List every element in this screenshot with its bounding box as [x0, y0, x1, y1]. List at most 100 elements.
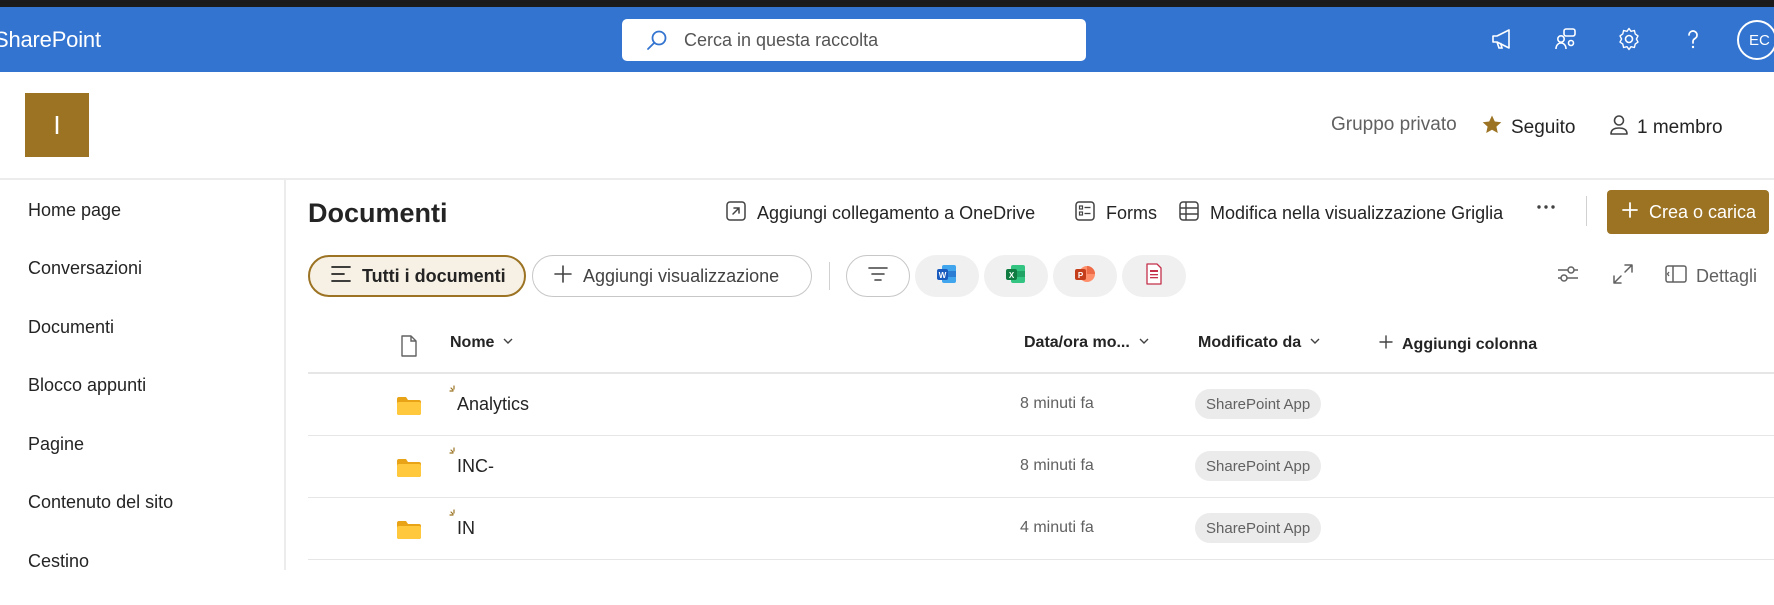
view-options-button[interactable]	[1556, 260, 1580, 292]
modified-time: 8 minuti fa	[1020, 457, 1094, 474]
window-top-strip	[0, 0, 1774, 7]
file-name[interactable]: IN	[457, 518, 475, 539]
search-icon	[642, 25, 672, 55]
nav-item-conversations[interactable]: Conversazioni	[28, 258, 142, 279]
forms-icon	[1074, 200, 1096, 227]
chevron-down-icon	[502, 334, 514, 352]
members-label: 1 membro	[1637, 117, 1723, 138]
grid-edit-button[interactable]: Modifica nella visualizzazione Griglia	[1178, 200, 1503, 227]
follow-label: Seguito	[1511, 117, 1576, 138]
details-label: Dettagli	[1696, 265, 1758, 286]
table-row[interactable]: Analytics 8 minuti fa SharePoint App	[308, 374, 1774, 436]
folder-icon	[396, 396, 422, 421]
chevron-down-icon	[1138, 334, 1150, 352]
word-filter-chip[interactable]: W	[915, 255, 979, 297]
add-shortcut-label: Aggiungi collegamento a OneDrive	[757, 203, 1036, 223]
group-type-label: Gruppo privato	[1331, 114, 1457, 136]
table-row[interactable]: INC- 8 minuti fa SharePoint App	[308, 436, 1774, 498]
svg-text:X: X	[1009, 271, 1015, 280]
file-name[interactable]: INC-	[457, 456, 494, 477]
chevron-down-icon	[1309, 334, 1321, 352]
modified-by-badge[interactable]: SharePoint App	[1195, 451, 1322, 481]
suite-bar: SharePoint Cerca in questa raccolta EC	[0, 7, 1774, 72]
more-options-button[interactable]	[1535, 196, 1557, 223]
folder-icon	[396, 458, 422, 483]
megaphone-icon[interactable]	[1486, 23, 1518, 55]
nav-item-notebook[interactable]: Blocco appunti	[28, 375, 146, 396]
filter-button[interactable]	[846, 255, 910, 297]
view-all-documents[interactable]: Tutti i documenti	[308, 255, 526, 297]
add-view-button[interactable]: Aggiungi visualizzazione	[532, 255, 812, 297]
add-column-button[interactable]: Aggiungi colonna	[1378, 334, 1537, 355]
add-view-label: Aggiungi visualizzazione	[583, 265, 780, 286]
excel-icon: X	[1005, 263, 1027, 290]
list-lines-icon	[330, 264, 352, 289]
folder-icon	[396, 520, 422, 545]
table-row[interactable]: IN 4 minuti fa SharePoint App	[308, 498, 1774, 560]
search-box[interactable]: Cerca in questa raccolta	[622, 19, 1086, 61]
forms-button[interactable]: Forms	[1074, 200, 1157, 227]
expand-diagonal-icon	[1612, 263, 1634, 290]
forms-label: Forms	[1106, 203, 1157, 223]
file-name[interactable]: Analytics	[457, 394, 529, 415]
pdf-filter-chip[interactable]	[1122, 255, 1186, 297]
site-logo[interactable]: I	[25, 93, 89, 157]
add-column-label: Aggiungi colonna	[1402, 335, 1538, 353]
expand-button[interactable]	[1612, 260, 1634, 292]
powerpoint-filter-chip[interactable]: P	[1053, 255, 1117, 297]
group-type-text: Gruppo privato	[1331, 114, 1457, 135]
svg-text:W: W	[939, 271, 947, 280]
sliders-icon	[1556, 263, 1580, 290]
left-navigation: Home page Conversazioni Documenti Blocco…	[0, 180, 286, 572]
modified-by-column-header[interactable]: Modificato da	[1198, 334, 1321, 352]
gear-icon[interactable]	[1613, 23, 1645, 55]
svg-text:P: P	[1078, 271, 1084, 280]
shortcut-arrow-icon	[725, 200, 747, 227]
word-icon: W	[936, 263, 958, 290]
modified-time: 4 minuti fa	[1020, 519, 1094, 536]
modified-by-column-label: Modificato da	[1198, 334, 1302, 351]
nav-item-pages[interactable]: Pagine	[28, 434, 84, 455]
name-column-header[interactable]: Nome	[450, 334, 514, 352]
plus-icon	[1378, 334, 1394, 355]
members-button[interactable]: 1 membro	[1609, 114, 1723, 142]
help-icon[interactable]	[1677, 23, 1709, 55]
modified-by-badge[interactable]: SharePoint App	[1195, 513, 1322, 543]
grid-table-icon	[1178, 200, 1200, 227]
site-header: I Gruppo privato Seguito 1 membro	[0, 72, 1774, 180]
file-type-column-header[interactable]	[399, 334, 419, 363]
command-divider	[1586, 196, 1587, 226]
follow-button[interactable]: Seguito	[1481, 114, 1575, 142]
details-pane-icon	[1664, 264, 1688, 289]
avatar[interactable]: EC	[1737, 20, 1774, 60]
create-upload-label: Crea o carica	[1649, 201, 1757, 222]
grid-edit-label: Modifica nella visualizzazione Griglia	[1210, 203, 1504, 223]
modified-column-label: Data/ora mo...	[1024, 334, 1130, 351]
search-placeholder[interactable]: Cerca in questa raccolta	[684, 30, 878, 51]
person-icon	[1609, 114, 1629, 142]
modified-column-header[interactable]: Data/ora mo...	[1024, 334, 1150, 352]
pill-divider	[829, 262, 830, 290]
filter-icon	[867, 265, 889, 288]
nav-item-home[interactable]: Home page	[28, 200, 121, 221]
create-upload-button[interactable]: Crea o carica	[1607, 190, 1769, 234]
document-icon	[399, 334, 419, 363]
share-network-icon[interactable]	[1550, 23, 1582, 55]
plus-icon	[553, 264, 573, 289]
app-brand[interactable]: SharePoint	[0, 27, 101, 53]
nav-item-site-contents[interactable]: Contenuto del sito	[28, 492, 173, 513]
powerpoint-icon: P	[1074, 263, 1096, 290]
add-shortcut-button[interactable]: Aggiungi collegamento a OneDrive	[725, 200, 1035, 227]
name-column-label: Nome	[450, 334, 495, 351]
plus-icon	[1621, 201, 1639, 224]
page-title: Documenti	[308, 198, 448, 228]
modified-by-badge[interactable]: SharePoint App	[1195, 389, 1322, 419]
ellipsis-icon	[1535, 196, 1557, 223]
star-filled-icon	[1481, 114, 1503, 142]
view-all-documents-label: Tutti i documenti	[362, 265, 506, 286]
nav-item-documents[interactable]: Documenti	[28, 317, 114, 338]
excel-filter-chip[interactable]: X	[984, 255, 1048, 297]
details-button[interactable]: Dettagli	[1664, 260, 1757, 292]
modified-time: 8 minuti fa	[1020, 395, 1094, 412]
nav-item-recycle-bin[interactable]: Cestino	[28, 551, 89, 572]
